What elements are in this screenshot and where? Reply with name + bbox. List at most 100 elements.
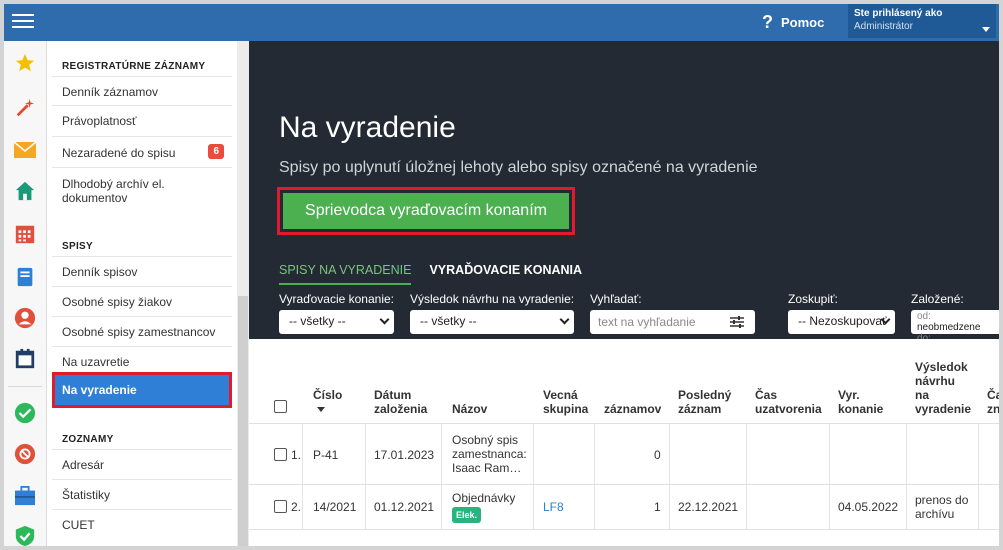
header-line: návrhu bbox=[915, 374, 956, 388]
section-registry-header: REGISTRATÚRNE ZÁZNAMY bbox=[62, 61, 206, 72]
column-header-vysledok-navrhu[interactable]: Výsledok návrhu na vyradenie bbox=[915, 360, 971, 416]
zoskupit-select[interactable]: -- Nezoskupovať bbox=[788, 310, 895, 334]
rail-divider bbox=[8, 386, 42, 387]
filter-bar: Vyraďovacie konanie: -- všetky -- Výsled… bbox=[249, 289, 999, 355]
menu-scrollbar[interactable] bbox=[237, 41, 249, 546]
filter-label: Výsledok návrhu na vyradenie: bbox=[410, 292, 575, 306]
tab-bar: SPISY NA VYRADENIE VYRAĎOVACIE KONANIA bbox=[279, 263, 582, 285]
cell-vysledok: prenos do archívu bbox=[915, 493, 968, 521]
section-zoznamy-header: ZOZNAMY bbox=[62, 434, 114, 445]
tab-spisy-na-vyradenie[interactable]: SPISY NA VYRADENIE bbox=[279, 263, 412, 285]
cell-datum: 01.12.2021 bbox=[374, 500, 435, 514]
column-divider bbox=[365, 423, 366, 529]
electronic-tag: Elek. bbox=[452, 507, 482, 523]
filter-settings-icon[interactable] bbox=[730, 316, 744, 328]
side-menu: REGISTRATÚRNE ZÁZNAMY Denník záznamov Pr… bbox=[47, 41, 237, 546]
row-checkbox[interactable] bbox=[274, 448, 287, 461]
tab-vyradovacie-konania[interactable]: VYRAĎOVACIE KONANIA bbox=[429, 263, 582, 285]
cell-line: Osobný spis bbox=[452, 433, 519, 447]
column-divider bbox=[906, 423, 907, 529]
wizard-button[interactable]: Sprievodca vyraďovacím konaním bbox=[283, 193, 569, 229]
cell-vecna-link[interactable]: LF8 bbox=[543, 500, 564, 514]
shield-icon[interactable] bbox=[13, 524, 37, 546]
menu-item-osobne-spisy-zamestnancov[interactable]: Osobné spisy zamestnancov bbox=[52, 325, 232, 339]
question-icon: ? bbox=[762, 12, 773, 32]
column-divider bbox=[441, 423, 442, 529]
menu-item-na-vyradenie[interactable]: Na vyradenie bbox=[52, 372, 232, 408]
sort-down-icon[interactable] bbox=[317, 407, 325, 412]
column-divider bbox=[746, 423, 747, 529]
menu-divider bbox=[52, 286, 232, 287]
header-line: konanie bbox=[838, 402, 884, 416]
mail-icon[interactable] bbox=[13, 138, 37, 162]
table-divider bbox=[249, 423, 999, 424]
menu-item-dennik-spisov[interactable]: Denník spisov bbox=[52, 265, 232, 279]
column-header-posledny-zaznam[interactable]: Posledný záznam bbox=[678, 388, 731, 416]
menu-item-statistiky[interactable]: Štatistiky bbox=[52, 488, 232, 502]
cell-line: zamestnanca: bbox=[452, 447, 527, 461]
header-line: založenia bbox=[374, 402, 428, 416]
vyradovacie-konanie-select[interactable]: -- všetky -- bbox=[279, 310, 394, 334]
select-all-checkbox[interactable] bbox=[274, 400, 287, 413]
column-header-datum[interactable]: Dátum založenia bbox=[374, 388, 427, 416]
user-label: Ste prihlásený ako bbox=[854, 8, 943, 19]
cell-line: prenos do bbox=[915, 493, 969, 507]
zalozene-date-range[interactable]: od:neobmedzene do:neobmedzene bbox=[911, 310, 999, 355]
column-divider bbox=[533, 423, 534, 529]
header-line: Posledný bbox=[678, 388, 732, 402]
cell-cislo[interactable]: 14/2021 bbox=[313, 500, 356, 514]
home-icon[interactable] bbox=[13, 179, 37, 203]
column-divider bbox=[302, 423, 303, 529]
user-menu[interactable]: Ste prihlásený ako Administrátor bbox=[848, 4, 996, 38]
menu-item-dennik-zaznamov[interactable]: Denník záznamov bbox=[52, 85, 232, 99]
menu-item-label: dokumentov bbox=[62, 191, 128, 205]
column-header-cas-uzatvorenia[interactable]: Čas uzatvorenia bbox=[755, 388, 822, 416]
menu-item-nezaradene[interactable]: Nezaradené do spisu 6 bbox=[52, 144, 232, 160]
column-header-vyr-konanie[interactable]: Vyr. konanie bbox=[838, 388, 883, 416]
cell-nazov[interactable]: Osobný spis zamestnanca: Isaac Ram… bbox=[452, 433, 527, 475]
block-icon[interactable] bbox=[13, 442, 37, 466]
help-button[interactable]: ? Pomoc bbox=[762, 12, 824, 33]
column-header-vecna-skupina[interactable]: Vecná skupina bbox=[543, 388, 588, 416]
table-divider bbox=[249, 484, 999, 485]
check-icon[interactable] bbox=[13, 401, 37, 425]
book-icon[interactable] bbox=[13, 265, 37, 289]
scrollbar-thumb[interactable] bbox=[238, 296, 248, 546]
header-line: vyradenie bbox=[915, 402, 972, 416]
vysledok-navrhu-select[interactable]: -- všetky -- bbox=[410, 310, 574, 334]
menu-item-osobne-spisy-ziakov[interactable]: Osobné spisy žiakov bbox=[52, 295, 232, 309]
clipboard-icon[interactable] bbox=[13, 347, 37, 371]
header-line: zni bbox=[987, 402, 1003, 416]
menu-item-dlhodoby-archiv[interactable]: Dlhodobý archív el. dokumentov bbox=[52, 177, 232, 205]
menu-item-pravoplatnost[interactable]: Právoplatnosť bbox=[52, 114, 232, 128]
briefcase-icon[interactable] bbox=[13, 484, 37, 508]
cell-nazov[interactable]: Objednávky Elek. bbox=[452, 491, 515, 523]
date-from-label: od: bbox=[917, 311, 931, 322]
menu-divider bbox=[52, 479, 232, 480]
row-index: 2. bbox=[291, 500, 302, 514]
select-value: -- Nezoskupovať bbox=[798, 314, 887, 328]
cell-cislo[interactable]: P-41 bbox=[313, 448, 338, 462]
row-checkbox[interactable] bbox=[274, 500, 287, 513]
cell-vyr: 04.05.2022 bbox=[838, 500, 899, 514]
menu-item-adresar[interactable]: Adresár bbox=[52, 458, 232, 472]
menu-item-na-uzavretie[interactable]: Na uzavretie bbox=[52, 355, 232, 369]
main-content: Na vyradenie Spisy po uplynutí úložnej l… bbox=[249, 41, 999, 546]
column-header-nazov[interactable]: Názov bbox=[452, 402, 487, 416]
header-line: skupina bbox=[543, 402, 589, 416]
column-divider bbox=[669, 423, 670, 529]
column-header-cut[interactable]: Ča zni bbox=[987, 388, 1003, 416]
header-line: Ča bbox=[987, 388, 1003, 402]
magic-wand-icon[interactable] bbox=[13, 96, 37, 120]
column-header-cislo[interactable]: Číslo bbox=[313, 388, 342, 402]
menu-toggle-icon[interactable] bbox=[12, 11, 34, 33]
star-icon[interactable] bbox=[13, 51, 37, 75]
app-window: ? Pomoc Ste prihlásený ako Administrátor bbox=[0, 0, 1003, 550]
help-label: Pomoc bbox=[781, 15, 825, 30]
cell-zaznamov: 0 bbox=[654, 448, 661, 462]
menu-item-cuet[interactable]: CUET bbox=[52, 518, 232, 532]
column-header-zaznamov[interactable]: záznamov bbox=[604, 402, 661, 416]
header-line: uzatvorenia bbox=[755, 402, 822, 416]
calendar-icon[interactable] bbox=[13, 222, 37, 246]
person-icon[interactable] bbox=[13, 306, 37, 330]
